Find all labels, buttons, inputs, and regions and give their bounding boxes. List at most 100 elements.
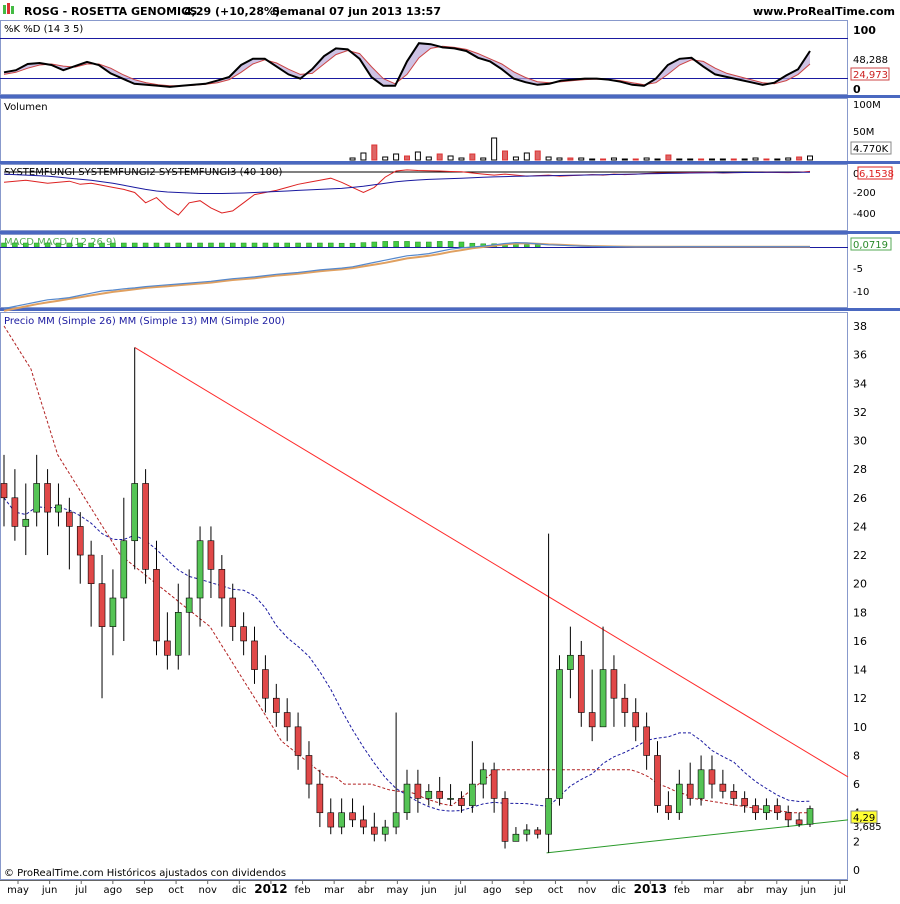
candle-body [316,783,324,814]
macd-hist-bar [153,242,160,248]
candle-body [795,819,803,825]
volume-bar [654,158,661,161]
volume-bar [480,157,487,161]
candle-body [577,654,585,713]
x-tick-label: feb [674,885,690,896]
macd-hist-bar [219,242,225,248]
volume-bar [665,154,672,161]
macd-hist-bar [458,241,465,248]
macd-hist-bar [306,242,312,248]
x-tick-label: jul [833,885,846,896]
chart-svg: ROSG - ROSETTA GENOMICS 4,29 (+10,28%) S… [0,0,900,900]
x-tick-label: 2012 [254,882,287,896]
macd-hist-bar [164,242,171,248]
candle-body [621,697,629,713]
candle-body [371,826,378,835]
price-tick-10: 10 [853,721,867,734]
macd-hist-bar [251,242,258,248]
x-tick-label: jul [74,885,87,896]
candle-body [381,826,389,835]
candle-body [22,518,30,527]
price-tick-2: 2 [853,835,860,848]
candle-body [403,783,411,814]
candle-body [643,726,650,756]
candle-body [425,790,433,799]
candle-body [414,783,422,799]
macd-hist-bar [371,241,378,248]
macd-hist-bar [1,242,7,248]
candle-body [665,805,672,814]
panel-separator-3[interactable] [0,231,900,234]
macd-hist-bar [142,242,149,248]
x-tick-label: jun [420,885,436,896]
macd-hist-bar [197,242,203,248]
candle-body [588,712,596,728]
candle-body [534,829,542,835]
volume-bar [458,157,465,161]
volume-bar [763,158,770,161]
panel-separator-1[interactable] [0,95,900,98]
candle-body [697,769,705,799]
volume-bar [676,158,683,161]
volume-bar [360,152,367,161]
macd-value-label: 0,0719 [853,240,888,251]
chart-root: ROSG - ROSETTA GENOMICS 4,29 (+10,28%) S… [0,0,900,900]
macd-hist-bar [77,242,83,248]
site-link[interactable]: www.ProRealTime.com [753,5,895,18]
volume-bar [393,153,400,161]
header-logo-icon-bar3 [11,6,14,14]
price-tick-20: 20 [853,578,867,591]
macd-hist-bar [88,242,94,248]
candle-body [632,712,640,728]
volume-bar [371,144,378,161]
macd-hist-bar [295,242,301,248]
macd-hist-bar [426,241,432,248]
candle-body [196,540,204,599]
candle-body [251,640,258,670]
candle-body [719,783,727,792]
stoch-tick-0: 0 [853,83,861,96]
volume-bar [512,156,519,161]
volume-bar [556,157,563,161]
volume-bar [491,137,498,161]
candle-body [774,805,781,814]
candle-body [262,669,269,699]
candle-body [33,483,40,513]
panel-separator-2[interactable] [0,161,900,164]
x-tick-label: may [766,885,788,896]
x-tick-label: ago [104,885,123,896]
candle-body [610,669,618,699]
macd-hist-bar [534,244,541,248]
volume-bar [807,155,813,161]
price-tick-6: 6 [853,778,860,791]
candle-body [305,755,313,785]
volume-bar [425,156,432,161]
candle-body [98,583,106,627]
candle-body [164,640,171,656]
x-tick-label: dic [232,885,247,896]
price-tick-34: 34 [853,377,867,390]
macd-hist-bar [404,241,410,248]
panel-separator-4[interactable] [0,308,900,311]
candle-body [512,833,520,842]
x-tick-label: nov [199,885,217,896]
candle-body [806,808,814,825]
candle-body [360,819,367,828]
x-tick-label: ago [483,885,502,896]
candle-body [479,769,487,785]
volume-bar [534,150,541,161]
x-tick-label: mar [704,885,725,896]
candle-body [392,812,400,828]
price-tick-0: 0 [853,864,860,877]
vol-tick-100m: 100M [853,100,881,111]
macd-hist-bar [12,242,18,248]
candle-body [675,783,683,814]
volume-bar [589,158,596,161]
x-tick-label: sep [136,885,154,896]
macd-hist-bar [33,242,40,248]
macd-hist-bar [240,242,247,248]
candle-body [784,812,792,821]
macd-hist-bar [66,242,73,248]
header-logo-icon [3,5,6,14]
volume-bar [545,156,552,161]
